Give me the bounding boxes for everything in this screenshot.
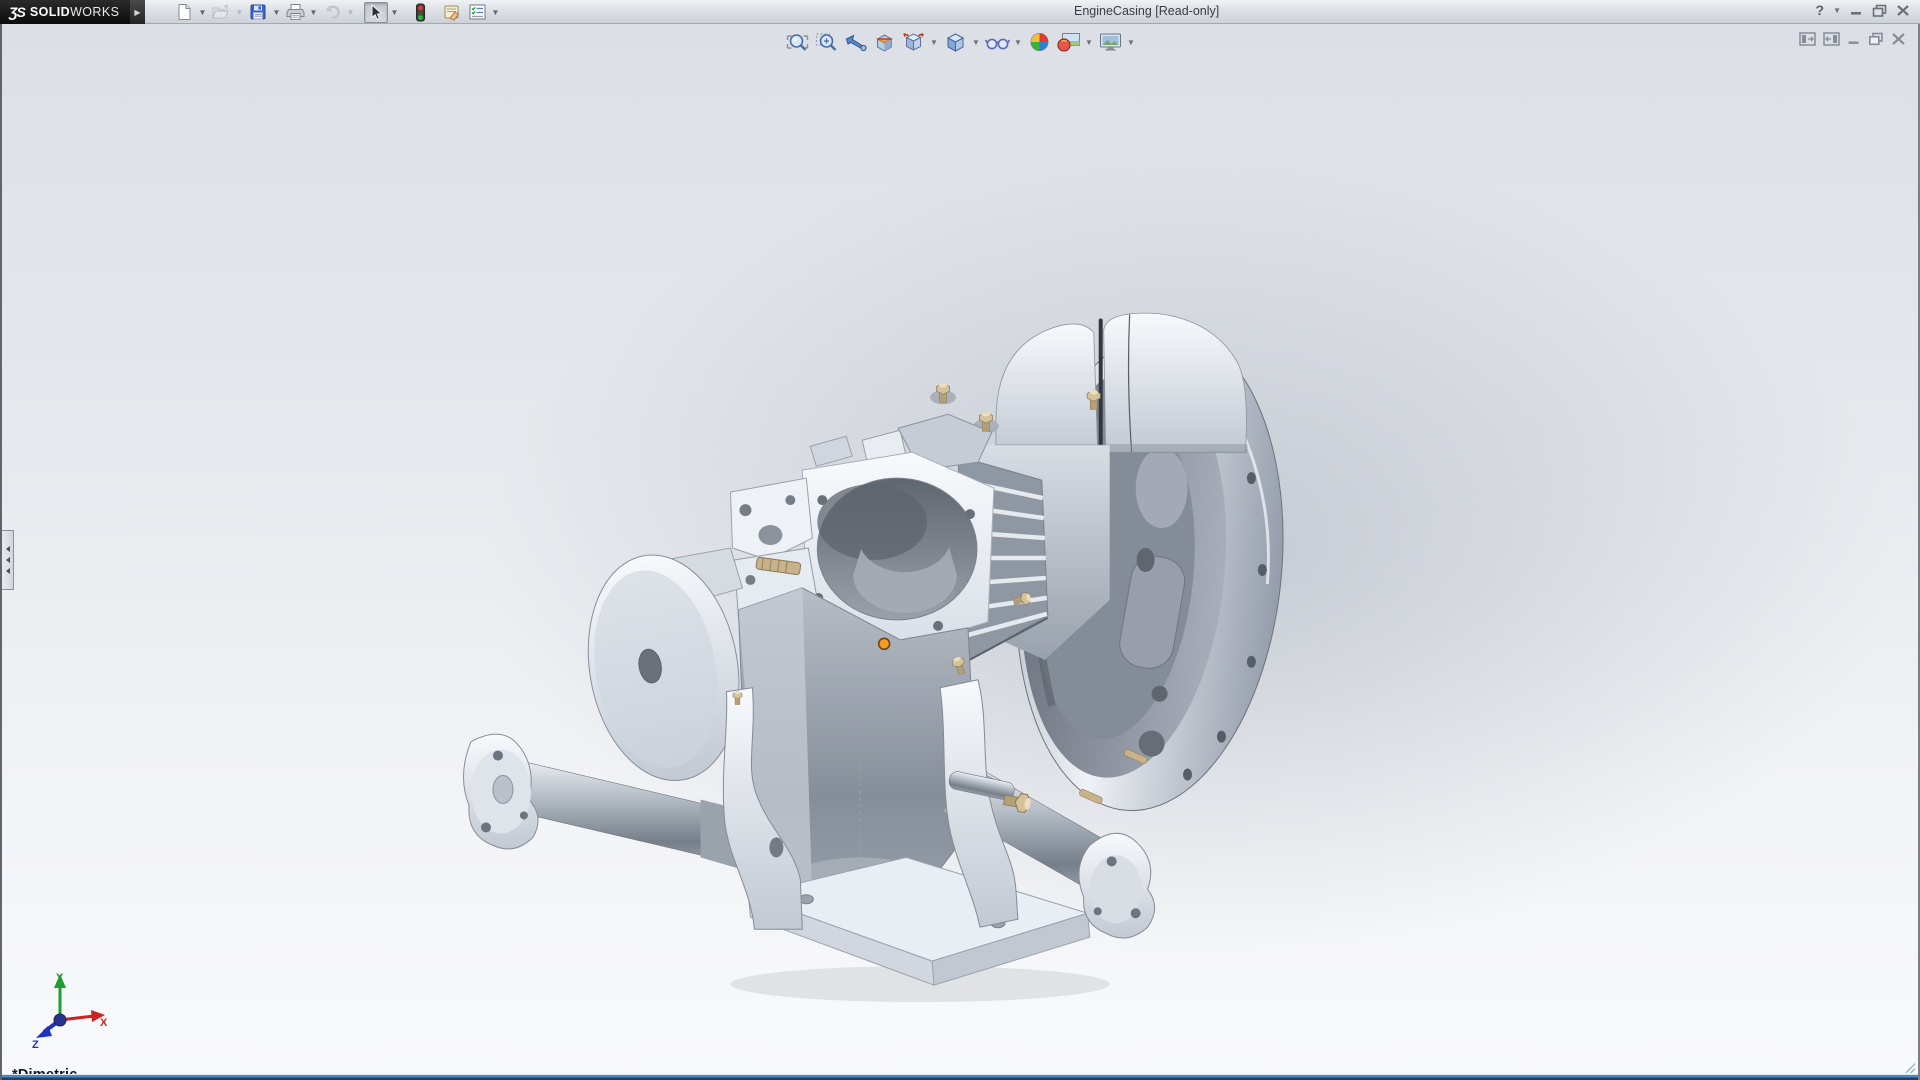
view-settings-button[interactable]: [1097, 30, 1124, 54]
solidworks-logo-mark: ƷS: [9, 4, 25, 20]
zoom-to-fit-icon: [785, 31, 809, 53]
brand-text-bold: SOLID: [30, 5, 70, 19]
title-bar: ƷS SOLIDWORKS ▶ ▼ ▼ ▼ ▼ ▼ ▼: [0, 0, 1920, 24]
split-pane-right-button[interactable]: [1823, 32, 1840, 46]
resize-grip[interactable]: [1905, 1063, 1915, 1073]
open-dropdown[interactable]: ▼: [234, 2, 245, 23]
save-button[interactable]: [246, 2, 270, 23]
open-button[interactable]: [209, 2, 233, 23]
help-button[interactable]: ?: [1816, 2, 1825, 18]
window-controls: ? ▼: [1816, 2, 1910, 18]
doc-restore-button[interactable]: [1868, 32, 1884, 46]
section-view-button[interactable]: [871, 30, 898, 54]
options-icon: [468, 3, 487, 21]
collapse-arrow-icon: [6, 557, 10, 563]
left-shaft-flange: [463, 734, 538, 849]
solidworks-logo: ƷS SOLIDWORKS: [0, 0, 130, 24]
file-properties-button[interactable]: [440, 2, 464, 23]
document-window-controls: [1799, 32, 1906, 46]
collapse-arrow-icon: [6, 568, 10, 574]
undo-icon: [322, 3, 342, 21]
zoom-to-fit-button[interactable]: [784, 30, 811, 54]
undo-button[interactable]: [320, 2, 344, 23]
apply-scene-icon: [1055, 31, 1081, 53]
open-icon: [211, 3, 231, 21]
display-style-button[interactable]: [942, 30, 969, 54]
new-document-dropdown[interactable]: ▼: [197, 2, 208, 23]
apply-scene-button[interactable]: [1055, 30, 1082, 54]
heads-up-view-toolbar: ▼ ▼ ▼ ▼ ▼: [784, 30, 1137, 54]
new-document-button[interactable]: [172, 2, 196, 23]
edit-appearance-icon: [1027, 31, 1051, 53]
view-orientation-icon: [901, 31, 925, 53]
reference-triad: Y X Z: [24, 970, 108, 1048]
triad-x-label: X: [100, 1017, 108, 1029]
rebuild-button[interactable]: [408, 2, 432, 23]
engine-casing-model[interactable]: [2, 24, 1918, 1080]
display-style-dropdown[interactable]: ▼: [971, 30, 982, 54]
save-icon: [249, 3, 267, 21]
help-dropdown[interactable]: ▼: [1833, 6, 1841, 15]
previous-view-icon: [843, 31, 867, 53]
print-icon: [286, 3, 305, 21]
options-button[interactable]: [465, 2, 489, 23]
brand-text-light: WORKS: [70, 5, 119, 19]
apply-scene-dropdown[interactable]: ▼: [1084, 30, 1095, 54]
select-dropdown[interactable]: ▼: [389, 2, 400, 23]
solidworks-window: ƷS SOLIDWORKS ▶ ▼ ▼ ▼ ▼ ▼ ▼: [0, 0, 1920, 1080]
zoom-to-area-icon: [814, 31, 838, 53]
file-properties-icon: [442, 3, 462, 21]
origin-marker[interactable]: [879, 638, 890, 649]
collapse-arrow-icon: [6, 546, 10, 552]
select-button[interactable]: [364, 2, 388, 23]
document-title: EngineCasing [Read-only]: [1074, 4, 1219, 18]
feature-manager-collapsed-tab[interactable]: [2, 530, 14, 590]
hide-show-items-button[interactable]: [984, 30, 1011, 54]
doc-minimize-button[interactable]: [1847, 32, 1861, 46]
triad-z-label: Z: [32, 1039, 39, 1048]
window-bottom-border: [2, 1074, 1918, 1080]
select-cursor-icon: [369, 4, 384, 21]
hide-show-items-dropdown[interactable]: ▼: [1013, 30, 1024, 54]
zoom-to-area-button[interactable]: [813, 30, 840, 54]
split-pane-left-button[interactable]: [1799, 32, 1816, 46]
rebuild-traffic-light-icon: [415, 3, 426, 22]
section-view-icon: [872, 31, 896, 53]
undo-dropdown[interactable]: ▼: [345, 2, 356, 23]
print-dropdown[interactable]: ▼: [308, 2, 319, 23]
main-toolbar: ▼ ▼ ▼ ▼ ▼ ▼: [172, 1, 501, 23]
edit-appearance-button[interactable]: [1026, 30, 1053, 54]
view-settings-icon: [1097, 31, 1123, 53]
menu-flyout-arrow[interactable]: ▶: [130, 0, 145, 24]
save-dropdown[interactable]: ▼: [271, 2, 282, 23]
restore-button[interactable]: [1872, 4, 1887, 17]
view-settings-dropdown[interactable]: ▼: [1126, 30, 1137, 54]
right-shaft-flange: [1079, 833, 1155, 938]
graphics-area[interactable]: ▼ ▼ ▼ ▼ ▼: [0, 24, 1920, 1080]
doc-close-button[interactable]: [1891, 32, 1906, 46]
view-orientation-button[interactable]: [900, 30, 927, 54]
options-dropdown[interactable]: ▼: [490, 2, 501, 23]
print-button[interactable]: [283, 2, 307, 23]
hide-show-items-icon: [984, 31, 1010, 53]
new-document-icon: [175, 3, 193, 21]
minimize-button[interactable]: [1850, 4, 1863, 16]
flyout-arrow-icon: ▶: [134, 8, 140, 17]
view-orientation-dropdown[interactable]: ▼: [929, 30, 940, 54]
display-style-icon: [943, 31, 967, 53]
triad-y-label: Y: [56, 972, 64, 984]
close-button[interactable]: [1896, 4, 1910, 17]
previous-view-button[interactable]: [842, 30, 869, 54]
